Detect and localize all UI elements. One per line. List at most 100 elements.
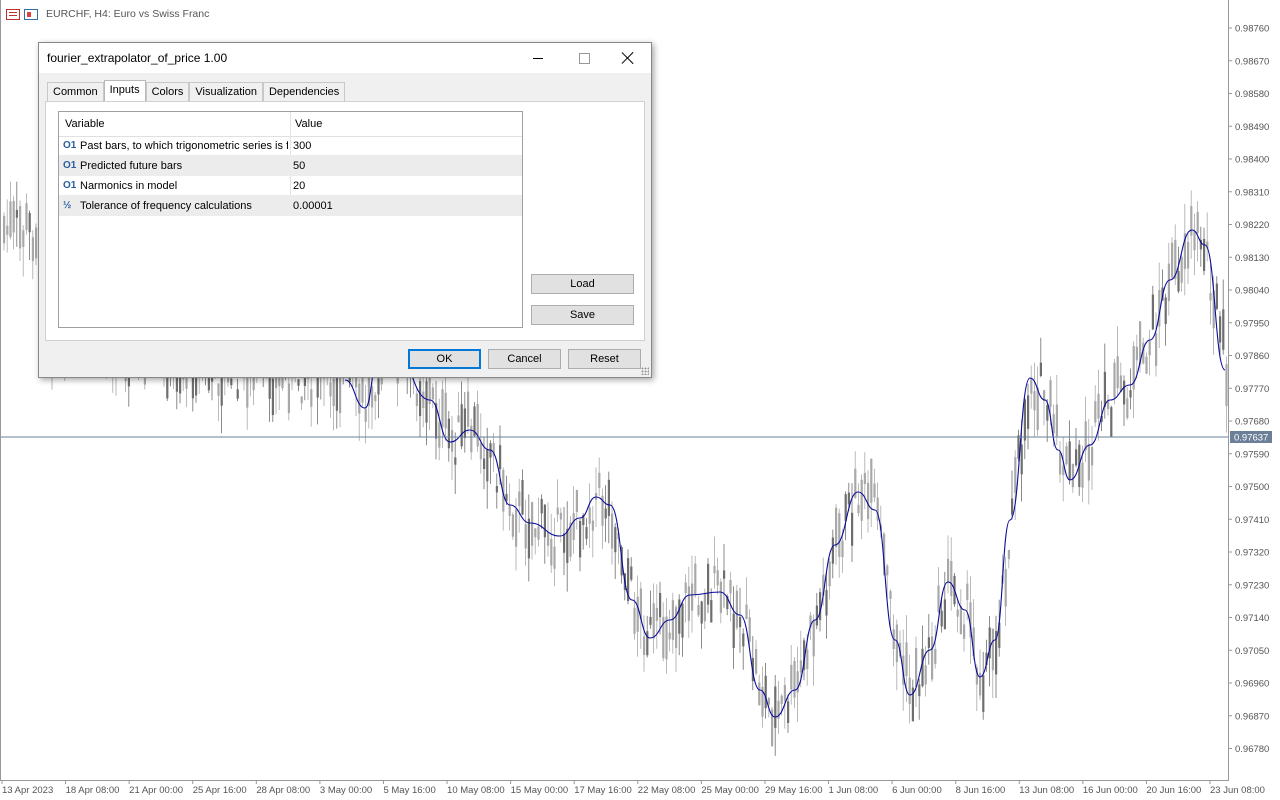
candle-body [716, 570, 719, 586]
candle-body [918, 684, 921, 697]
candle-body [841, 540, 844, 557]
load-button[interactable]: Load [531, 274, 634, 294]
candle-body [649, 616, 652, 625]
close-button[interactable] [605, 43, 651, 73]
variable-name: Narmonics in model [80, 180, 178, 192]
candle-body [495, 486, 498, 493]
candle-body [707, 563, 710, 605]
variable-value[interactable]: 300 [293, 140, 311, 152]
table-row[interactable]: O1 Narmonics in model 20 [59, 176, 522, 196]
candle-body [1004, 569, 1007, 607]
candle-body [358, 383, 361, 414]
candle-body [361, 378, 364, 403]
header-variable[interactable]: Variable [65, 118, 105, 130]
candle-body [563, 533, 566, 553]
tab-inputs[interactable]: Inputs [103, 80, 146, 103]
candle-body [508, 505, 511, 516]
candle-body [1068, 441, 1071, 480]
cancel-button[interactable]: Cancel [488, 349, 561, 369]
candle-body [575, 490, 578, 512]
chart-window-icon[interactable] [24, 8, 38, 20]
candle-body [1075, 449, 1078, 466]
table-row[interactable]: O1 Predicted future bars 50 [59, 156, 522, 176]
tab-common[interactable]: Common [47, 82, 104, 102]
candle-body [668, 632, 671, 640]
close-icon [622, 52, 634, 64]
candle-body [783, 685, 786, 702]
symbol-label: EURCHF, H4: Euro vs Swiss Franc [46, 8, 210, 20]
candle-body [415, 393, 418, 406]
candle-body [867, 482, 870, 520]
minimize-button[interactable] [515, 43, 561, 73]
variable-value[interactable]: 20 [293, 180, 305, 192]
variable-name: Tolerance of frequency calculations [80, 200, 252, 212]
candle-body [966, 583, 969, 601]
candle-body [886, 565, 889, 576]
candle-body [694, 563, 697, 595]
ok-button[interactable]: OK [408, 349, 481, 369]
maximize-button[interactable] [561, 43, 607, 73]
inputs-grid: Variable Value O1 Past bars, to which tr… [58, 111, 523, 328]
candle-body [521, 479, 524, 515]
candle-body [35, 227, 38, 259]
price-tick-label: 0.96780 [1235, 744, 1269, 755]
candle-body [467, 391, 470, 427]
time-tick-label: 1 Jun 08:00 [829, 785, 879, 796]
candle-body [460, 404, 463, 447]
candle-body [1193, 230, 1196, 251]
candle-body [703, 592, 706, 622]
table-row[interactable]: ½ Tolerance of frequency calculations 0.… [59, 196, 522, 216]
candle-body [271, 378, 274, 416]
save-button[interactable]: Save [531, 305, 634, 325]
candle-body [1177, 271, 1180, 292]
candle-body [476, 403, 479, 447]
candle-body [463, 408, 466, 438]
candle-body [1135, 346, 1138, 361]
maximize-icon [578, 52, 590, 64]
candle-body [499, 445, 502, 470]
candle-body [531, 502, 534, 546]
variable-value[interactable]: 0.00001 [293, 200, 333, 212]
candle-body [697, 604, 700, 616]
candle-body [553, 546, 556, 569]
price-tick-label: 0.97410 [1235, 515, 1269, 526]
candle-body [287, 383, 290, 414]
variable-value[interactable]: 50 [293, 160, 305, 172]
tab-strip: Common Inputs Colors Visualization Depen… [47, 80, 346, 103]
candle-body [1148, 341, 1151, 356]
candle-body [831, 537, 834, 564]
price-tick-label: 0.97770 [1235, 384, 1269, 395]
table-row[interactable]: O1 Past bars, to which trigonometric ser… [59, 136, 522, 156]
reset-button[interactable]: Reset [568, 349, 641, 369]
dialog-title: fourier_extrapolator_of_price 1.00 [47, 51, 228, 65]
candle-body [665, 616, 668, 660]
header-value[interactable]: Value [295, 118, 322, 130]
price-tick-label: 0.98040 [1235, 286, 1269, 297]
resize-grip[interactable] [641, 367, 649, 375]
candle-body [1219, 316, 1222, 343]
candle-body [940, 610, 943, 627]
price-tick-label: 0.97590 [1235, 449, 1269, 460]
tab-colors[interactable]: Colors [145, 82, 190, 102]
candle-body [812, 620, 815, 657]
candle-body [329, 382, 332, 397]
candle-body [748, 617, 751, 643]
tab-dependencies[interactable]: Dependencies [262, 82, 346, 102]
candle-body [873, 483, 876, 498]
candle-body [963, 624, 966, 639]
candle-body [1113, 362, 1116, 398]
dialog-titlebar[interactable]: fourier_extrapolator_of_price 1.00 [39, 43, 651, 73]
candle-body [1167, 263, 1170, 302]
candle-body [1065, 446, 1068, 465]
candle-body [710, 600, 713, 623]
current-price-label: 0.97637 [1234, 433, 1268, 444]
chart-list-icon[interactable] [6, 8, 20, 20]
candle-body [300, 396, 303, 404]
tab-visualization[interactable]: Visualization [189, 82, 263, 102]
candle-body [614, 527, 617, 553]
candle-body [6, 225, 9, 235]
candle-body [1020, 444, 1023, 475]
price-tick-label: 0.98310 [1235, 187, 1269, 198]
indicator-properties-dialog: fourier_extrapolator_of_price 1.00 Commo… [38, 42, 652, 378]
variable-name: Past bars, to which trigonometric series… [80, 140, 288, 152]
